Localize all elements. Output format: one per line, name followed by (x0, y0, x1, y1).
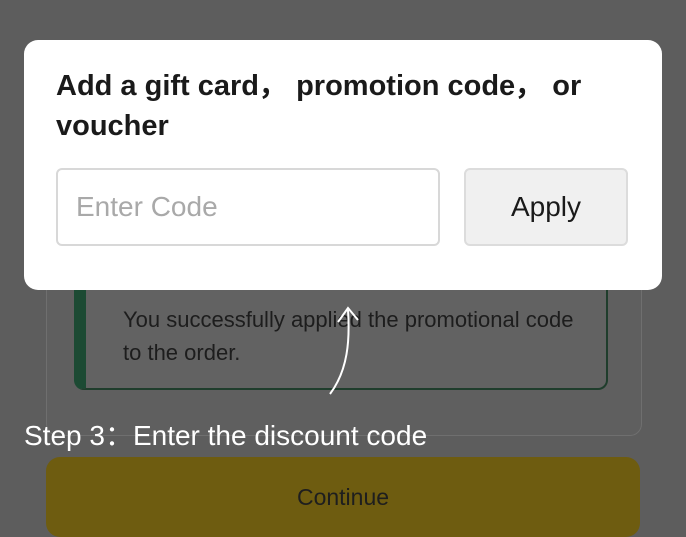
apply-button[interactable]: Apply (464, 168, 628, 246)
step-label: Step 3：Enter the discount code (24, 420, 428, 451)
continue-button[interactable]: Continue (46, 457, 640, 537)
promo-code-modal: Add a gift card， promotion code， or vouc… (24, 40, 662, 290)
code-input[interactable] (56, 168, 440, 246)
annotation-arrow-icon (329, 306, 359, 395)
modal-title: Add a gift card， promotion code， or vouc… (56, 70, 582, 142)
